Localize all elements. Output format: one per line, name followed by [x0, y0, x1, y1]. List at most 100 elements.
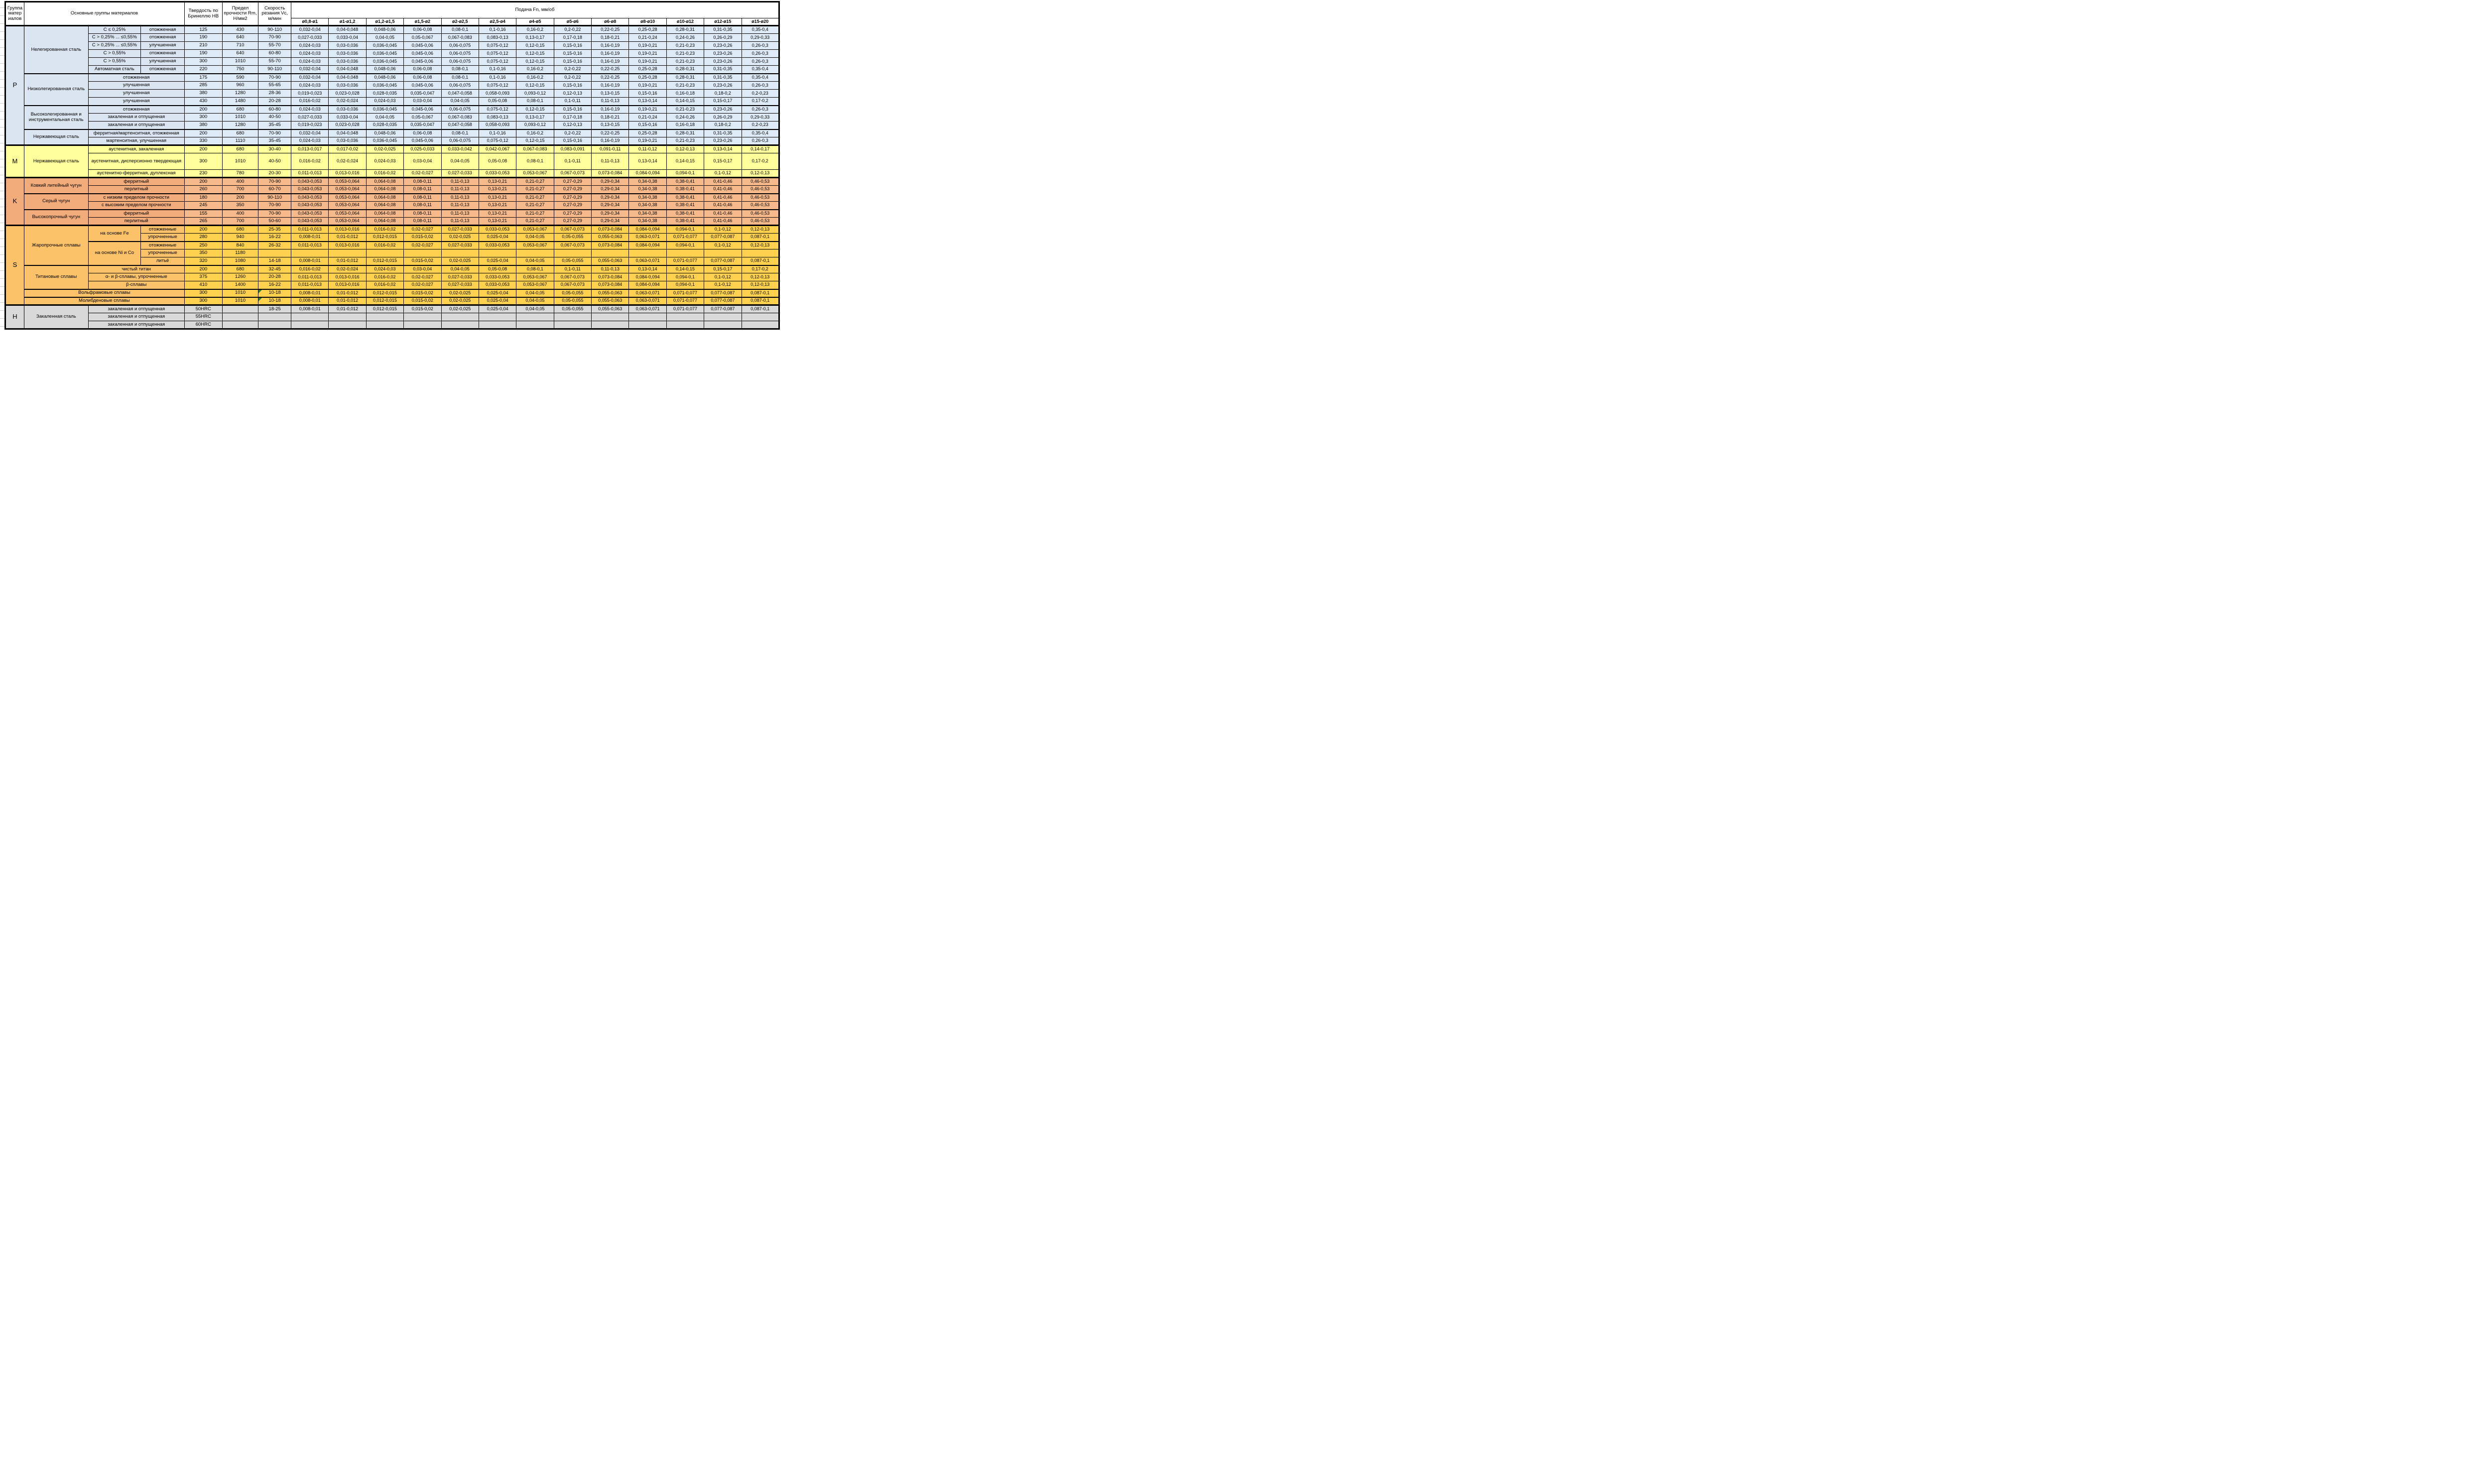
material-label-cell[interactable]: чистый титан	[88, 265, 184, 273]
strength-cell[interactable]: 400	[222, 178, 258, 186]
feed-value-cell[interactable]: 0,08-0,11	[404, 210, 441, 218]
feed-value-cell[interactable]: 0,08-0,1	[441, 26, 479, 34]
feed-value-cell[interactable]: 0,26-0,3	[742, 42, 779, 50]
feed-value-cell[interactable]: 0,084-0,094	[629, 242, 666, 249]
feed-value-cell[interactable]: 0,025-0,04	[479, 305, 516, 313]
feed-value-cell[interactable]: 0,26-0,3	[742, 82, 779, 90]
feed-value-cell[interactable]: 0,29-0,34	[592, 186, 629, 194]
feed-value-cell[interactable]: 0,1-0,16	[479, 129, 516, 137]
strength-cell[interactable]: 1260	[222, 273, 258, 281]
feed-value-cell[interactable]: 0,12-0,15	[516, 58, 554, 66]
hardness-cell[interactable]: 200	[184, 145, 222, 153]
feed-value-cell[interactable]: 0,067-0,083	[441, 114, 479, 122]
material-label-cell[interactable]: улучшенная	[88, 82, 184, 90]
feed-value-cell[interactable]: 0,12-0,13	[742, 226, 779, 234]
feed-value-cell[interactable]: 0,015-0,02	[404, 289, 441, 297]
feed-value-cell[interactable]: 0,22-0,25	[592, 26, 629, 34]
feed-value-cell[interactable]: 0,05-0,055	[554, 297, 591, 305]
feed-value-cell[interactable]: 0,35-0,4	[742, 74, 779, 82]
feed-value-cell[interactable]: 0,03-0,04	[404, 265, 441, 273]
feed-value-cell[interactable]: 0,032-0,04	[291, 129, 329, 137]
feed-value-cell[interactable]: 0,11-0,13	[441, 178, 479, 186]
feed-value-cell[interactable]: 0,12-0,15	[516, 50, 554, 58]
feed-value-cell[interactable]: 0,025-0,04	[479, 289, 516, 297]
feed-value-cell[interactable]	[666, 249, 704, 257]
feed-value-cell[interactable]: 0,033-0,04	[329, 34, 366, 42]
cutting-speed-cell[interactable]: 90-110	[258, 26, 291, 34]
feed-value-cell[interactable]: 0,38-0,41	[666, 210, 704, 218]
feed-value-cell[interactable]: 0,019-0,023	[291, 90, 329, 98]
feed-value-cell[interactable]: 0,077-0,087	[704, 305, 742, 313]
feed-value-cell[interactable]	[404, 249, 441, 257]
cutting-speed-cell[interactable]: 20-28	[258, 273, 291, 281]
hardness-cell[interactable]: 190	[184, 34, 222, 42]
material-label-cell[interactable]: ферритный	[88, 210, 184, 218]
feed-value-cell[interactable]: 0,29-0,34	[592, 202, 629, 210]
feed-value-cell[interactable]: 0,18-0,21	[592, 34, 629, 42]
feed-value-cell[interactable]: 0,19-0,21	[629, 42, 666, 50]
feed-value-cell[interactable]: 0,14-0,15	[666, 98, 704, 106]
feed-value-cell[interactable]: 0,11-0,13	[441, 218, 479, 226]
feed-value-cell[interactable]: 0,053-0,064	[329, 194, 366, 202]
feed-value-cell[interactable]: 0,16-0,2	[516, 129, 554, 137]
feed-value-cell[interactable]: 0,13-0,14	[629, 265, 666, 273]
cutting-speed-cell[interactable]: 16-22	[258, 281, 291, 289]
hardness-cell[interactable]: 155	[184, 210, 222, 218]
col-header-hardness[interactable]: Твердость по Бринеллю HB	[184, 2, 222, 26]
feed-value-cell[interactable]: 0,11-0,12	[629, 145, 666, 153]
feed-value-cell[interactable]: 0,012-0,015	[366, 289, 403, 297]
feed-value-cell[interactable]: 0,13-0,14	[629, 153, 666, 170]
feed-value-cell[interactable]: 0,064-0,08	[366, 194, 403, 202]
cutting-speed-cell[interactable]: 26-32	[258, 242, 291, 249]
cutting-speed-cell[interactable]: 70-90	[258, 202, 291, 210]
feed-value-cell[interactable]: 0,053-0,064	[329, 202, 366, 210]
feed-value-cell[interactable]: 0,084-0,094	[629, 273, 666, 281]
feed-value-cell[interactable]: 0,16-0,2	[516, 66, 554, 74]
feed-value-cell[interactable]: 0,16-0,18	[666, 122, 704, 129]
feed-value-cell[interactable]: 0,03-0,04	[404, 98, 441, 106]
material-label-cell[interactable]: на основе Fe	[88, 226, 141, 242]
feed-value-cell[interactable]	[666, 321, 704, 329]
hardness-cell[interactable]: 200	[184, 226, 222, 234]
feed-value-cell[interactable]: 0,067-0,073	[554, 281, 591, 289]
material-label-cell[interactable]: отожженная	[141, 26, 185, 34]
material-label-cell[interactable]: Серый чугун	[24, 194, 88, 210]
material-label-cell[interactable]: Высоколегированная и инструментальная ст…	[24, 106, 88, 129]
hardness-cell[interactable]: 250	[184, 242, 222, 249]
feed-value-cell[interactable]: 0,35-0,4	[742, 129, 779, 137]
feed-value-cell[interactable]: 0,06-0,075	[441, 58, 479, 66]
feed-value-cell[interactable]: 0,23-0,26	[704, 82, 742, 90]
material-label-cell[interactable]: аустенитная, дисперсионно твердеющая	[88, 153, 184, 170]
strength-cell[interactable]: 710	[222, 42, 258, 50]
feed-value-cell[interactable]: 0,34-0,38	[629, 178, 666, 186]
feed-value-cell[interactable]: 0,013-0,016	[329, 226, 366, 234]
feed-value-cell[interactable]	[554, 249, 591, 257]
feed-value-cell[interactable]: 0,027-0,033	[441, 242, 479, 249]
hardness-cell[interactable]: 410	[184, 281, 222, 289]
strength-cell[interactable]: 640	[222, 50, 258, 58]
feed-value-cell[interactable]: 0,27-0,29	[554, 194, 591, 202]
feed-value-cell[interactable]: 0,13-0,21	[479, 210, 516, 218]
feed-value-cell[interactable]: 0,053-0,067	[516, 273, 554, 281]
feed-value-cell[interactable]: 0,04-0,05	[516, 305, 554, 313]
col-header-feed[interactable]: Подача Fn, мм/об	[291, 2, 779, 18]
feed-value-cell[interactable]: 0,043-0,053	[291, 194, 329, 202]
feed-value-cell[interactable]: 0,035-0,047	[404, 122, 441, 129]
feed-value-cell[interactable]: 0,067-0,083	[516, 145, 554, 153]
feed-value-cell[interactable]: 0,21-0,27	[516, 186, 554, 194]
feed-value-cell[interactable]: 0,2-0,22	[554, 129, 591, 137]
feed-value-cell[interactable]: 0,35-0,4	[742, 66, 779, 74]
feed-value-cell[interactable]: 0,17-0,18	[554, 114, 591, 122]
feed-value-cell[interactable]: 0,063-0,071	[629, 289, 666, 297]
feed-value-cell[interactable]	[742, 321, 779, 329]
feed-value-cell[interactable]: 0,045-0,06	[404, 58, 441, 66]
feed-value-cell[interactable]: 0,12-0,13	[742, 273, 779, 281]
feed-value-cell[interactable]: 0,087-0,1	[742, 257, 779, 265]
feed-value-cell[interactable]: 0,2-0,23	[742, 122, 779, 129]
feed-value-cell[interactable]: 0,036-0,045	[366, 106, 403, 114]
feed-value-cell[interactable]: 0,08-0,1	[441, 66, 479, 74]
hardness-cell[interactable]: 375	[184, 273, 222, 281]
feed-value-cell[interactable]: 0,016-0,02	[366, 170, 403, 178]
feed-value-cell[interactable]: 0,41-0,46	[704, 186, 742, 194]
feed-value-cell[interactable]: 0,012-0,015	[366, 257, 403, 265]
